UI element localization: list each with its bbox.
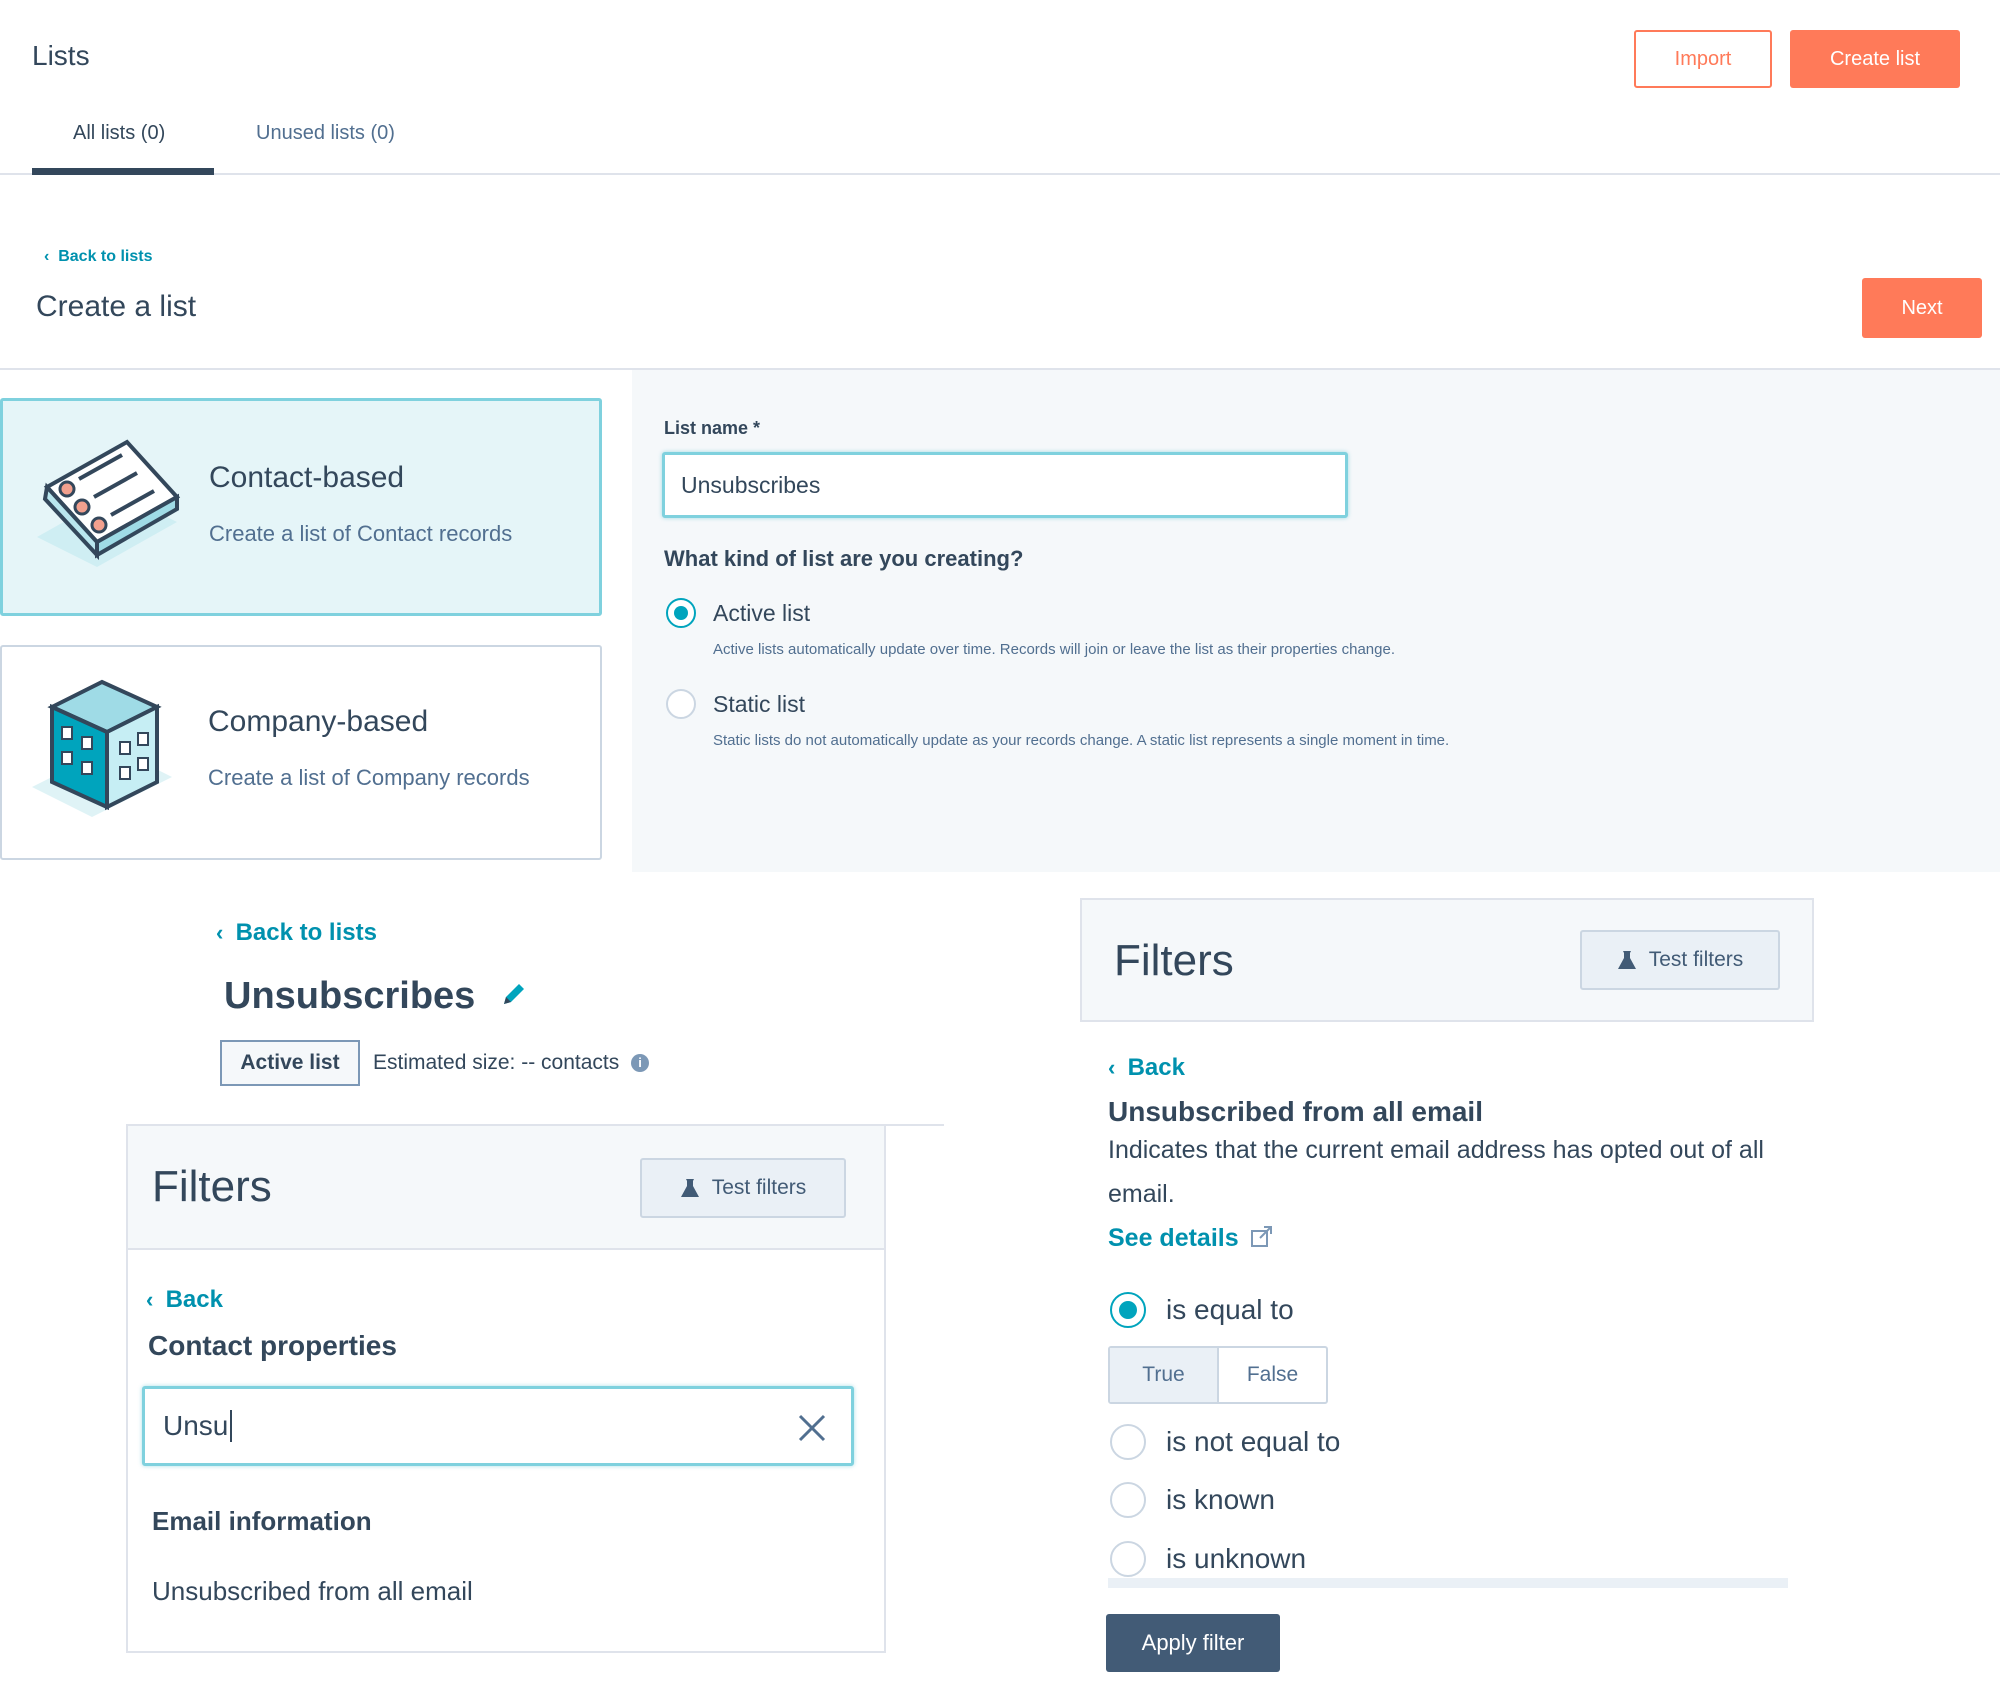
clear-search-icon[interactable] <box>797 1413 827 1443</box>
text-cursor <box>230 1410 233 1442</box>
test-filters-label-right: Test filters <box>1648 948 1744 971</box>
filter-detail-back-link[interactable]: ‹ Back <box>1108 1054 1185 1082</box>
contact-based-description: Create a list of Contact records <box>209 521 513 546</box>
flask-icon <box>680 1179 699 1197</box>
filters-back-label: Back <box>165 1286 223 1313</box>
create-list-button[interactable]: Create list <box>1790 30 1960 88</box>
see-details-link[interactable]: See details <box>1108 1224 1274 1253</box>
filter-detail-back-label: Back <box>1127 1054 1185 1081</box>
filters-back-link[interactable]: ‹ Back <box>146 1286 223 1314</box>
is-equal-to-label[interactable]: is equal to <box>1166 1294 1294 1326</box>
contact-based-card[interactable]: Contact-based Create a list of Contact r… <box>0 398 602 616</box>
chevron-left-icon: ‹ <box>146 1287 166 1312</box>
test-filters-button[interactable]: Test filters <box>640 1158 846 1218</box>
contact-properties-title: Contact properties <box>148 1330 397 1361</box>
back-to-lists-link[interactable]: ‹ Back to lists <box>44 248 152 266</box>
list-name-input[interactable]: Unsubscribes <box>662 452 1348 518</box>
is-known-radio[interactable] <box>1110 1482 1146 1518</box>
true-false-toggle: True False <box>1108 1346 1328 1404</box>
contact-list-icon <box>37 439 181 567</box>
form-panel <box>632 370 2000 872</box>
is-not-equal-to-label[interactable]: is not equal to <box>1166 1426 1340 1458</box>
building-icon <box>32 679 172 817</box>
info-icon[interactable]: i <box>631 1054 650 1073</box>
property-result-item[interactable]: Unsubscribed from all email <box>152 1576 473 1607</box>
list-name-heading: Unsubscribes <box>224 975 476 1017</box>
filters-panel-right-header: Filters Test filters <box>1080 898 1814 1022</box>
chevron-left-icon: ‹ <box>44 248 59 265</box>
tab-divider <box>0 173 2000 175</box>
editor-back-label: Back to lists <box>235 919 377 946</box>
contact-based-title: Contact-based <box>209 461 405 494</box>
chevron-left-icon: ‹ <box>216 920 236 945</box>
chevron-left-icon: ‹ <box>1108 1055 1128 1080</box>
test-filters-button-right[interactable]: Test filters <box>1580 930 1780 990</box>
active-list-label[interactable]: Active list <box>713 600 810 627</box>
is-unknown-radio[interactable] <box>1110 1541 1146 1577</box>
property-description: Indicates that the current email address… <box>1108 1136 1764 1208</box>
estimated-size-text: Estimated size: -- contacts <box>373 1051 620 1074</box>
static-list-help: Static lists do not automatically update… <box>713 732 1450 749</box>
next-button[interactable]: Next <box>1862 278 1982 338</box>
active-list-help: Active lists automatically update over t… <box>713 641 1395 658</box>
import-button[interactable]: Import <box>1634 30 1772 88</box>
operator-list-scroll-edge <box>1108 1578 1788 1588</box>
edit-pencil-icon[interactable] <box>500 980 528 1008</box>
editor-back-to-lists-link[interactable]: ‹ Back to lists <box>216 919 377 947</box>
create-list-title: Create a list <box>36 290 197 323</box>
false-option[interactable]: False <box>1219 1348 1326 1402</box>
company-based-card[interactable]: Company-based Create a list of Company r… <box>0 645 602 860</box>
filters-title: Filters <box>152 1162 272 1211</box>
list-type-badge: Active list <box>220 1040 360 1086</box>
list-type-question: What kind of list are you creating? <box>664 546 1024 571</box>
static-list-label[interactable]: Static list <box>713 691 805 718</box>
company-based-title: Company-based <box>208 705 429 738</box>
list-name-label: List name * <box>664 418 761 438</box>
active-tab-indicator <box>32 168 214 175</box>
static-list-radio[interactable] <box>666 689 696 719</box>
filters-panel-left-header: Filters Test filters <box>128 1126 884 1250</box>
property-search-input[interactable]: Unsu <box>142 1386 854 1466</box>
see-details-label: See details <box>1108 1224 1239 1252</box>
is-not-equal-to-radio[interactable] <box>1110 1424 1146 1460</box>
is-unknown-label[interactable]: is unknown <box>1166 1543 1306 1575</box>
active-list-radio[interactable] <box>666 598 696 628</box>
estimated-size: Estimated size: -- contacts i <box>373 1051 650 1075</box>
flask-icon <box>1617 951 1636 969</box>
tab-all-lists[interactable]: All lists (0) <box>73 122 165 145</box>
property-title: Unsubscribed from all email <box>1108 1096 1483 1127</box>
is-known-label[interactable]: is known <box>1166 1484 1275 1516</box>
external-link-icon <box>1250 1226 1272 1247</box>
true-option[interactable]: True <box>1110 1348 1219 1402</box>
apply-filter-button[interactable]: Apply filter <box>1106 1614 1280 1672</box>
back-to-lists-label: Back to lists <box>58 248 153 265</box>
tab-unused-lists[interactable]: Unused lists (0) <box>256 122 395 145</box>
page-title: Lists <box>32 40 90 71</box>
test-filters-label: Test filters <box>711 1176 807 1199</box>
email-information-heading: Email information <box>152 1506 372 1536</box>
company-based-description: Create a list of Company records <box>208 765 530 790</box>
search-input-value: Unsu <box>163 1410 229 1441</box>
is-equal-to-radio[interactable] <box>1110 1292 1146 1328</box>
filters-title-right: Filters <box>1114 936 1234 985</box>
